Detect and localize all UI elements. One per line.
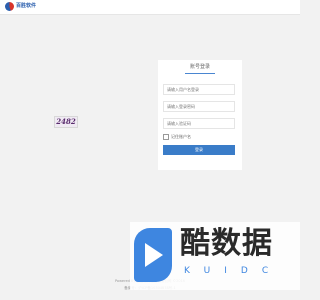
- password-input[interactable]: [163, 101, 235, 112]
- play-icon: [145, 243, 163, 267]
- tab-active-indicator: [185, 73, 215, 74]
- logo-text: 百胜软件: [16, 3, 37, 9]
- remember-label: 记住账户名: [171, 134, 191, 139]
- login-button[interactable]: 登录: [163, 145, 235, 155]
- username-input[interactable]: [163, 84, 235, 95]
- tab-account-login[interactable]: 账号登录: [158, 60, 242, 74]
- logo-icon: [5, 2, 14, 11]
- remember-checkbox[interactable]: [163, 134, 169, 140]
- remember-account[interactable]: 记住账户名: [163, 134, 191, 140]
- watermark-ad: 酷数据 KUIDC: [130, 222, 300, 290]
- logo[interactable]: 百胜软件: [5, 2, 36, 11]
- captcha-image[interactable]: 2482: [54, 116, 78, 128]
- top-bar: 百胜软件: [0, 0, 300, 15]
- captcha-input[interactable]: [163, 118, 235, 129]
- ad-subtitle: KUIDC: [184, 266, 283, 276]
- ad-title: 酷数据: [180, 226, 273, 261]
- login-panel: 账号登录 记住账户名 登录: [158, 60, 242, 170]
